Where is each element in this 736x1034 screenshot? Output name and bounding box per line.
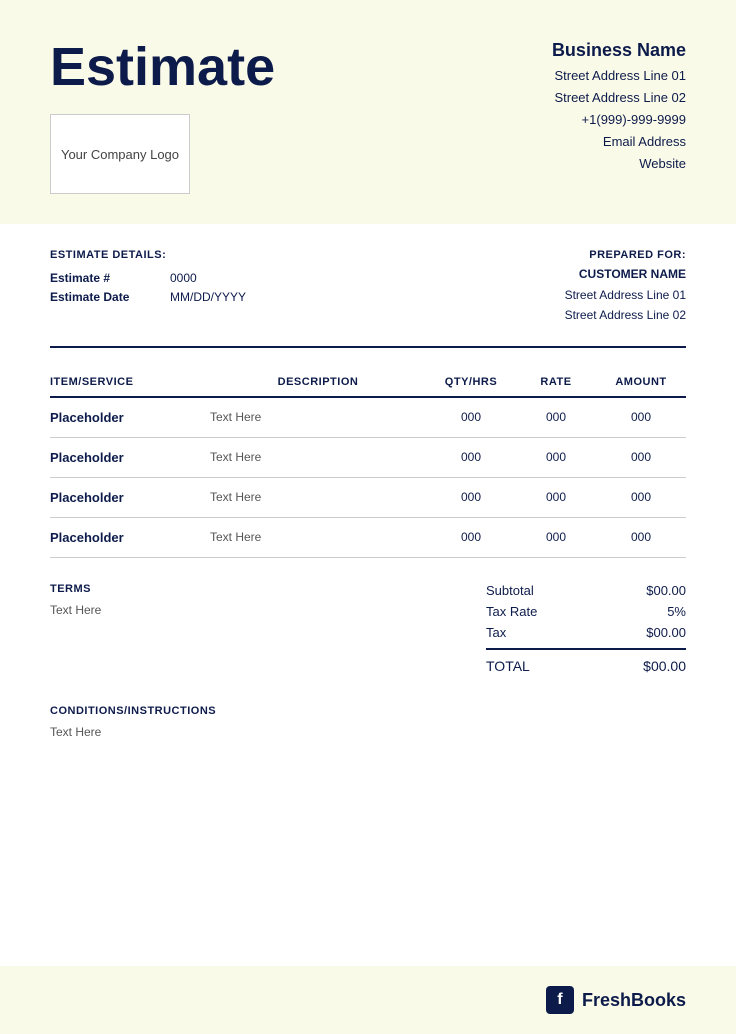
tax-value: $00.00: [646, 625, 686, 640]
tax-rate-value: 5%: [667, 604, 686, 619]
table-row: Placeholder Text Here 000 000 000: [50, 438, 686, 478]
company-logo: Your Company Logo: [50, 114, 190, 194]
subtotal-label: Subtotal: [486, 583, 534, 598]
customer-name: CUSTOMER NAME: [565, 267, 686, 281]
freshbooks-letter: f: [557, 991, 562, 1009]
row3-rate: 000: [516, 490, 596, 504]
totals-terms-section: TERMS Text Here Subtotal $00.00 Tax Rate…: [0, 558, 736, 700]
table-row: Placeholder Text Here 000 000 000: [50, 518, 686, 558]
customer-address2: Street Address Line 02: [565, 305, 686, 325]
estimate-title: Estimate: [50, 40, 275, 94]
totals-divider: [486, 648, 686, 650]
col-header-rate: RATE: [516, 376, 596, 388]
prepared-for: PREPARED FOR: CUSTOMER NAME Street Addre…: [565, 249, 686, 326]
customer-address1: Street Address Line 01: [565, 285, 686, 305]
subtotal-row: Subtotal $00.00: [486, 583, 686, 598]
totals-block: Subtotal $00.00 Tax Rate 5% Tax $00.00 T…: [486, 583, 686, 680]
estimate-details-label: ESTIMATE DETAILS:: [50, 249, 246, 261]
business-name: Business Name: [552, 40, 686, 61]
row1-item: Placeholder: [50, 410, 210, 425]
freshbooks-logo: f FreshBooks: [546, 986, 686, 1014]
details-section: ESTIMATE DETAILS: Estimate # 0000 Estima…: [0, 224, 736, 346]
estimate-number-value: 0000: [170, 271, 197, 285]
row2-desc: Text Here: [210, 450, 426, 464]
estimate-number-row: Estimate # 0000: [50, 271, 246, 285]
business-info: Business Name Street Address Line 01 Str…: [552, 40, 686, 175]
row1-rate: 000: [516, 410, 596, 424]
terms-block: TERMS Text Here: [50, 583, 101, 617]
table-row: Placeholder Text Here 000 000 000: [50, 398, 686, 438]
total-row: TOTAL $00.00: [486, 658, 686, 674]
header: Estimate Your Company Logo Business Name…: [0, 0, 736, 224]
row4-item: Placeholder: [50, 530, 210, 545]
estimate-date-label: Estimate Date: [50, 290, 150, 304]
tax-rate-row: Tax Rate 5%: [486, 604, 686, 619]
prepared-for-label: PREPARED FOR:: [565, 249, 686, 261]
row3-desc: Text Here: [210, 490, 426, 504]
total-label: TOTAL: [486, 658, 530, 674]
footer: f FreshBooks: [0, 966, 736, 1034]
row2-rate: 000: [516, 450, 596, 464]
col-header-item: ITEM/SERVICE: [50, 376, 210, 388]
freshbooks-icon: f: [546, 986, 574, 1014]
conditions-text: Text Here: [50, 725, 686, 739]
estimate-details: ESTIMATE DETAILS: Estimate # 0000 Estima…: [50, 249, 246, 309]
terms-label: TERMS: [50, 583, 101, 595]
business-email: Email Address: [552, 131, 686, 153]
row1-desc: Text Here: [210, 410, 426, 424]
col-header-amount: AMOUNT: [596, 376, 686, 388]
business-address1: Street Address Line 01: [552, 65, 686, 87]
freshbooks-brand-name: FreshBooks: [582, 990, 686, 1011]
business-phone: +1(999)-999-9999: [552, 109, 686, 131]
row2-qty: 000: [426, 450, 516, 464]
table-row: Placeholder Text Here 000 000 000: [50, 478, 686, 518]
row1-qty: 000: [426, 410, 516, 424]
table-header: ITEM/SERVICE DESCRIPTION QTY/HRS RATE AM…: [50, 368, 686, 398]
estimate-date-row: Estimate Date MM/DD/YYYY: [50, 290, 246, 304]
col-header-description: DESCRIPTION: [210, 376, 426, 388]
row4-qty: 000: [426, 530, 516, 544]
col-header-qty: QTY/HRS: [426, 376, 516, 388]
conditions-label: CONDITIONS/INSTRUCTIONS: [50, 705, 686, 717]
business-address2: Street Address Line 02: [552, 87, 686, 109]
row3-amount: 000: [596, 490, 686, 504]
header-left: Estimate Your Company Logo: [50, 40, 275, 194]
row4-amount: 000: [596, 530, 686, 544]
row1-amount: 000: [596, 410, 686, 424]
conditions-section: CONDITIONS/INSTRUCTIONS Text Here: [0, 700, 736, 769]
row4-desc: Text Here: [210, 530, 426, 544]
tax-row: Tax $00.00: [486, 625, 686, 640]
row4-rate: 000: [516, 530, 596, 544]
subtotal-value: $00.00: [646, 583, 686, 598]
tax-label: Tax: [486, 625, 506, 640]
business-website: Website: [552, 153, 686, 175]
row2-item: Placeholder: [50, 450, 210, 465]
row3-item: Placeholder: [50, 490, 210, 505]
estimate-number-label: Estimate #: [50, 271, 150, 285]
estimate-date-value: MM/DD/YYYY: [170, 290, 246, 304]
table-section: ITEM/SERVICE DESCRIPTION QTY/HRS RATE AM…: [0, 348, 736, 558]
total-value: $00.00: [643, 658, 686, 674]
terms-text: Text Here: [50, 603, 101, 617]
row2-amount: 000: [596, 450, 686, 464]
row3-qty: 000: [426, 490, 516, 504]
tax-rate-label: Tax Rate: [486, 604, 537, 619]
